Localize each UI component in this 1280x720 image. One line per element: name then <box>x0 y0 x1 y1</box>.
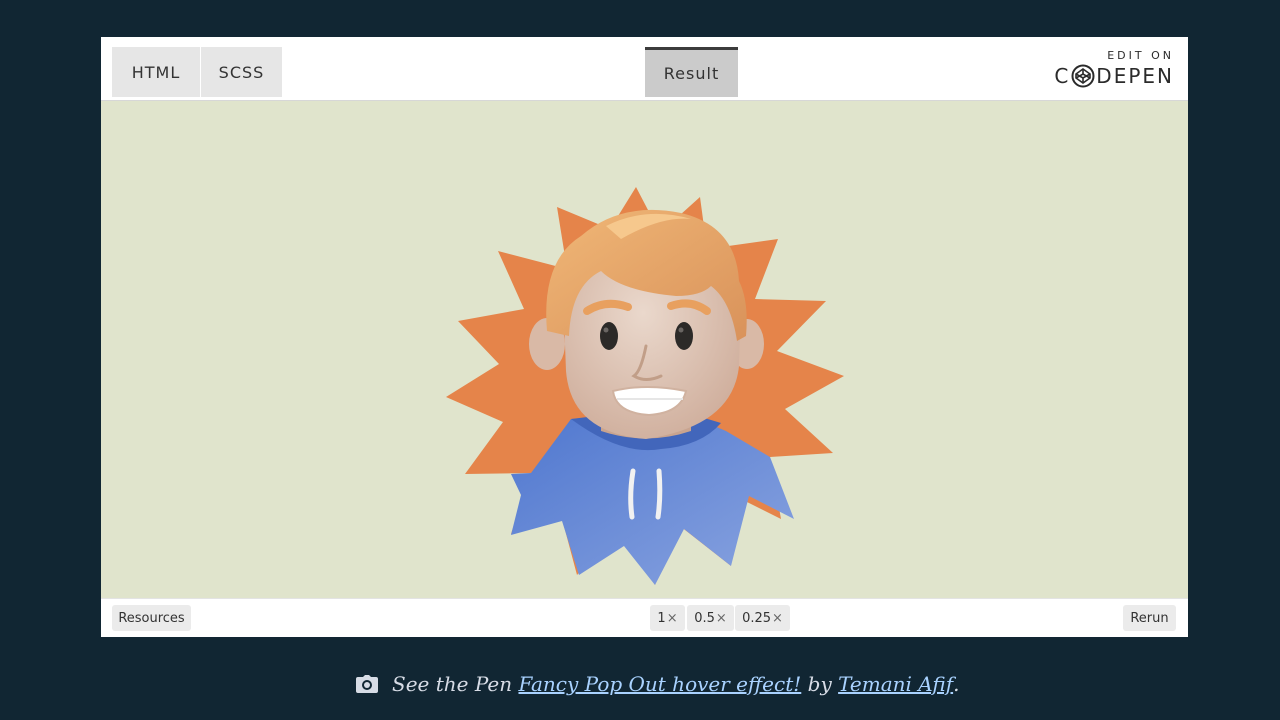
zoom-times-icon: × <box>715 610 727 626</box>
zoom-0-5x-label: 0.5 <box>694 610 715 626</box>
avatar-illustration[interactable] <box>101 101 1188 598</box>
zoom-0-5x-button[interactable]: 0.5 × <box>687 605 734 631</box>
codepen-logo-c: C <box>1054 64 1071 88</box>
codepen-logo-rest: DEPEN <box>1096 64 1174 88</box>
pen-title-link[interactable]: Fancy Pop Out hover effect! <box>518 672 801 696</box>
pen-caption: See the Pen Fancy Pop Out hover effect! … <box>356 672 959 696</box>
right-eye <box>675 322 693 350</box>
caption-by: by <box>807 672 832 696</box>
right-eye-shine <box>678 327 684 333</box>
zoom-1x-label: 1 <box>657 610 666 626</box>
tab-html[interactable]: HTML <box>112 47 200 97</box>
result-preview <box>101 101 1188 598</box>
zoom-times-icon: × <box>772 610 783 626</box>
left-eye-shine <box>603 327 609 333</box>
codepen-cube-icon <box>1071 64 1095 88</box>
zoom-times-icon: × <box>666 610 678 626</box>
codepen-logo: C DEPEN <box>1054 64 1174 88</box>
caption-suffix: . <box>953 672 960 696</box>
rerun-button[interactable]: Rerun <box>1123 605 1176 631</box>
camera-icon <box>356 675 378 693</box>
codepen-embed: HTML SCSS Result EDIT ON C DEPEN Resourc… <box>101 37 1188 637</box>
resources-button[interactable]: Resources <box>112 605 191 631</box>
caption-prefix: See the Pen <box>392 672 513 696</box>
author-link[interactable]: Temani Afif <box>838 672 953 696</box>
zoom-0-25x-button[interactable]: 0.25 × <box>735 605 790 631</box>
drawstring-right <box>655 468 663 520</box>
left-eye <box>600 322 618 350</box>
tab-result[interactable]: Result <box>645 47 738 97</box>
tab-scss[interactable]: SCSS <box>201 47 282 97</box>
embed-header: HTML SCSS Result EDIT ON C DEPEN <box>101 37 1188 101</box>
zoom-1x-button[interactable]: 1 × <box>650 605 685 631</box>
embed-footer: Resources 1 × 0.5 × 0.25 × Rerun <box>101 598 1188 637</box>
edit-on-label: EDIT ON <box>1107 49 1174 62</box>
edit-on-codepen-link[interactable]: EDIT ON C DEPEN <box>1054 49 1174 88</box>
zoom-0-25x-label: 0.25 <box>742 610 772 626</box>
drawstring-left <box>628 468 636 520</box>
